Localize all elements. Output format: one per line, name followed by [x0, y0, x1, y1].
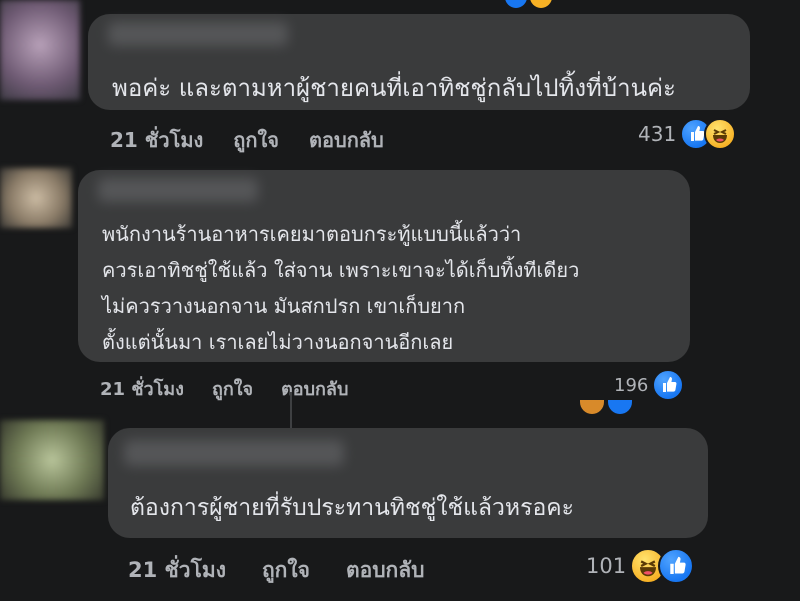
haha-icon	[530, 0, 552, 8]
comment-meta: 21 ชั่วโมง ถูกใจ ตอบกลับ	[100, 374, 348, 403]
reaction-summary[interactable]: 196	[614, 369, 685, 401]
thread-connector	[290, 392, 292, 432]
reply-button[interactable]: ตอบกลับ	[309, 124, 384, 156]
author-name-redacted[interactable]	[98, 178, 258, 202]
avatar[interactable]	[0, 420, 104, 500]
avatar[interactable]	[0, 168, 72, 228]
like-icon	[505, 0, 527, 8]
comment-text-line: ไม่ควรวางนอกจาน มันสกปรก เขาเก็บยาก	[102, 294, 466, 318]
comment-text: พอค่ะ และตามหาผู้ชายคนที่เอาทิชชู่กลับไป…	[112, 74, 676, 102]
reaction-count: 101	[586, 554, 627, 578]
comment-text-line: พนักงานร้านอาหารเคยมาตอบกระทู้แบบนี้แล้ว…	[102, 222, 522, 246]
comment-text-line: ตั้งแต่นั้นมา เราเลยไม่วางนอกจานอีกเลย	[102, 330, 454, 354]
like-button[interactable]: ถูกใจ	[233, 124, 279, 156]
comment-meta: 21 ชั่วโมง ถูกใจ ตอบกลับ	[110, 124, 384, 156]
author-name-redacted[interactable]	[108, 22, 288, 46]
haha-icon	[580, 400, 604, 414]
comment-text-line: ควรเอาทิชชู่ใช้แล้ว ใส่จาน เพราะเขาจะได้…	[102, 258, 580, 282]
comment-meta: 21 ชั่วโมง ถูกใจ ตอบกลับ	[128, 554, 424, 587]
timestamp-link[interactable]: 21 ชั่วโมง	[100, 374, 184, 403]
reply-button[interactable]: ตอบกลับ	[346, 554, 425, 587]
avatar[interactable]	[0, 0, 80, 100]
haha-icon	[704, 118, 737, 150]
reaction-count: 431	[638, 122, 677, 146]
like-button[interactable]: ถูกใจ	[212, 374, 253, 403]
comment-text: ต้องการผู้ชายที่รับประทานทิชชู่ใช้แล้วหร…	[130, 495, 574, 521]
reaction-summary[interactable]: 101	[586, 548, 695, 584]
reaction-summary[interactable]: 431	[638, 118, 737, 150]
author-name-redacted[interactable]	[124, 440, 344, 466]
like-button[interactable]: ถูกใจ	[262, 554, 310, 587]
like-icon	[652, 369, 685, 401]
like-icon	[608, 400, 632, 414]
reaction-count: 196	[614, 374, 649, 396]
like-icon	[658, 548, 695, 584]
timestamp-link[interactable]: 21 ชั่วโมง	[110, 124, 203, 156]
timestamp-link[interactable]: 21 ชั่วโมง	[128, 554, 226, 587]
